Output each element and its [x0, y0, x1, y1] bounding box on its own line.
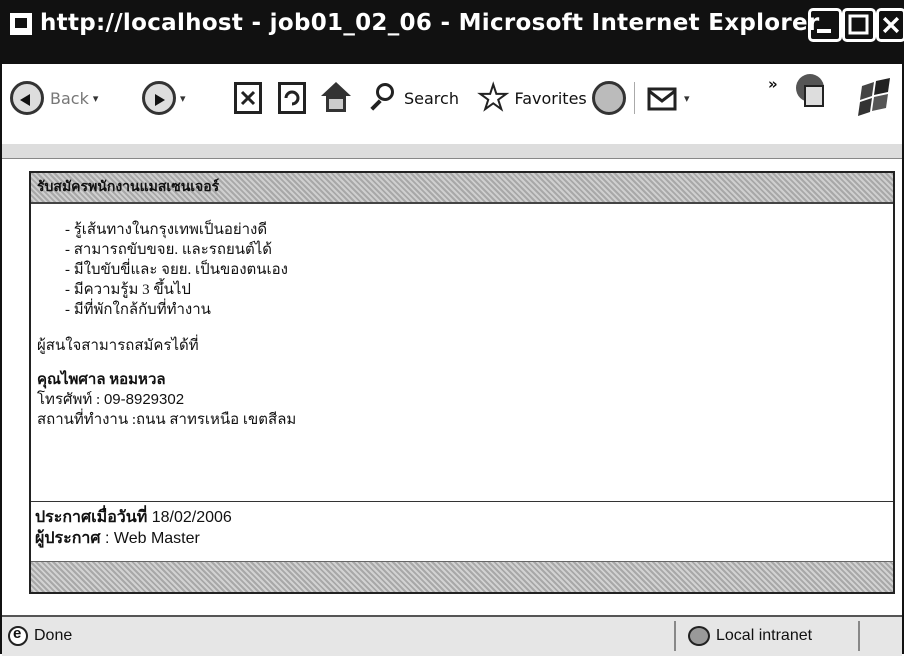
posted-label: ประกาศเมื่อวันที่ [35, 509, 148, 526]
favorites-button[interactable]: ★ Favorites [477, 78, 587, 118]
home-button[interactable] [320, 78, 352, 118]
phone-line: โทรศัพท์ : 09-8929302 [37, 390, 887, 410]
address-bar-strip [2, 144, 902, 159]
maximize-icon [848, 14, 869, 35]
status-text: Done [34, 627, 73, 644]
minimize-button[interactable] [808, 8, 842, 42]
forward-arrow-icon [142, 81, 176, 115]
requirement-item: มีความรู้ม 3 ขึ้นไป [65, 280, 887, 300]
card-footer-bar [31, 561, 893, 592]
security-zone[interactable]: Local intranet [688, 626, 812, 646]
status-divider [858, 621, 860, 651]
requirement-item: มีใบขับขี่และ จยย. เป็นของตนเอง [65, 260, 887, 280]
workplace-line: สถานที่ทำงาน :ถนน สาทรเหนือ เขตสีลม [37, 410, 887, 430]
workplace-value: ถนน สาทรเหนือ เขตสีลม [136, 412, 297, 428]
history-icon [592, 81, 626, 115]
history-button[interactable] [592, 78, 626, 118]
title-bar[interactable]: http://localhost - job01_02_06 - Microso… [2, 0, 904, 64]
job-body: รู้เส้นทางในกรุงเทพเป็นอย่างดี สามารถขับ… [31, 204, 893, 430]
phone-label: โทรศัพท์ : [37, 392, 101, 408]
requirements-list: รู้เส้นทางในกรุงเทพเป็นอย่างดี สามารถขับ… [65, 220, 887, 320]
back-button[interactable]: Back ▾ [10, 78, 98, 118]
status-bar: Done Local intranet [2, 615, 902, 656]
favorites-star-icon: ★ [477, 78, 510, 118]
job-title: รับสมัครพนักงานแมสเซนเจอร์ [31, 173, 893, 204]
zone-text: Local intranet [716, 627, 813, 644]
requirement-item: มีที่พักใกล้กับที่ทำงาน [65, 300, 887, 320]
stop-icon [234, 82, 262, 114]
toolbar-divider [634, 82, 635, 114]
poster-name: : Web Master [105, 530, 200, 547]
minimize-icon [817, 29, 831, 33]
windows-flag-icon [858, 78, 890, 116]
toolbar: Back ▾ ▾ Search ★ Favorites ▾ » [2, 64, 902, 146]
phone-number: 09-8929302 [103, 391, 185, 408]
page-content[interactable]: รับสมัครพนักงานแมสเซนเจอร์ รู้เส้นทางในก… [2, 159, 902, 615]
chevron-down-icon: ▾ [684, 91, 690, 105]
toolbar-overflow-chevron[interactable]: » [768, 64, 778, 104]
forward-button[interactable]: ▾ [142, 78, 186, 118]
messenger-icon [796, 74, 824, 107]
ie-page-icon [8, 625, 28, 646]
job-posting-card: รับสมัครพนักงานแมสเซนเจอร์ รู้เส้นทางในก… [29, 171, 895, 594]
refresh-icon [278, 82, 306, 114]
status-divider [674, 621, 676, 651]
apply-text: ผู้สนใจสามารถสมัครได้ที่ [37, 338, 199, 354]
workplace-label: สถานที่ทำงาน : [37, 412, 137, 428]
contact-name: คุณไพศาล หอมหวล [37, 372, 166, 388]
home-icon [320, 82, 352, 114]
status-done: Done [8, 625, 73, 646]
favorites-label: Favorites [514, 88, 587, 108]
close-button[interactable] [876, 8, 904, 42]
requirement-item: รู้เส้นทางในกรุงเทพเป็นอย่างดี [65, 220, 887, 240]
divider [31, 501, 893, 502]
window-title: http://localhost - job01_02_06 - Microso… [40, 10, 820, 36]
close-icon [882, 16, 900, 34]
mail-icon [647, 87, 677, 111]
chevron-down-icon: ▾ [92, 91, 99, 105]
posting-meta: ประกาศเมื่อวันที่ 18/02/2006 ผู้ประกาศ :… [35, 507, 232, 549]
poster-label: ผู้ประกาศ [35, 530, 101, 547]
posted-date: 18/02/2006 [151, 509, 232, 526]
browser-window: http://localhost - job01_02_06 - Microso… [0, 0, 904, 656]
messenger-button[interactable] [792, 72, 830, 112]
stop-button[interactable] [234, 78, 262, 118]
search-label: Search [404, 88, 459, 108]
maximize-button[interactable] [842, 8, 876, 42]
requirement-item: สามารถขับขจย. และรถยนต์ได้ [65, 240, 887, 260]
chevron-down-icon: ▾ [180, 91, 186, 105]
search-icon [368, 81, 398, 115]
contact-block: คุณไพศาล หอมหวล โทรศัพท์ : 09-8929302 สถ… [37, 370, 887, 430]
search-button[interactable]: Search [368, 78, 459, 118]
back-label: Back [50, 88, 89, 108]
intranet-icon [688, 626, 710, 646]
back-arrow-icon [10, 81, 44, 115]
mail-button[interactable]: ▾ [646, 78, 690, 118]
windows-logo [854, 78, 900, 118]
refresh-button[interactable] [278, 78, 306, 118]
page-icon [10, 13, 32, 35]
